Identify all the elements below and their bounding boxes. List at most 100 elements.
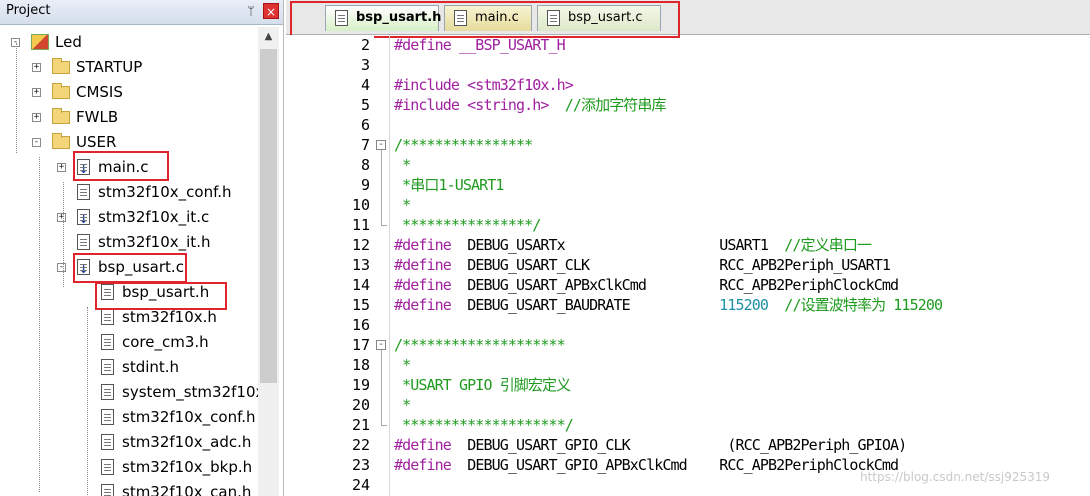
code-token: DEBUG_USART_APBxClkCmd RCC_APB2PeriphClo… bbox=[467, 276, 899, 294]
line-number: 15 bbox=[351, 296, 370, 314]
code-token: #define bbox=[394, 436, 468, 454]
code-line[interactable]: ********************/ bbox=[394, 415, 574, 435]
code-editor: bsp_usart.h main.c bsp_usart.c 2 #define … bbox=[286, 0, 1090, 496]
folder-open-icon bbox=[52, 133, 70, 149]
code-token: DEBUG_USART_GPIO_CLK (RCC_APB2Periph_GPI… bbox=[467, 436, 907, 454]
tree-guide-line bbox=[16, 43, 17, 153]
pin-icon[interactable]: ᛘ bbox=[243, 3, 259, 19]
tree-item-core-cm3-h[interactable]: core_cm3.h bbox=[101, 330, 209, 355]
code-line[interactable]: * bbox=[394, 195, 411, 215]
collapse-toggle-icon[interactable]: - bbox=[57, 263, 66, 272]
tree-item-led[interactable]: Led bbox=[31, 30, 82, 55]
tree-item-label: stm32f10x_conf.h bbox=[122, 408, 256, 426]
highlight-box bbox=[95, 282, 227, 310]
header-file-icon bbox=[77, 234, 90, 250]
line-number: 23 bbox=[351, 456, 370, 474]
code-line[interactable]: /******************** bbox=[394, 335, 566, 355]
line-number: 5 bbox=[360, 96, 370, 114]
code-token: DEBUG_USART_GPIO_APBxClkCmd RCC_APB2Peri… bbox=[467, 456, 899, 474]
code-line[interactable]: #define DEBUG_USART_GPIO_APBxClkCmd RCC_… bbox=[394, 455, 899, 475]
line-number: 18 bbox=[351, 356, 370, 374]
tree-item-label: stm32f10x_can.h bbox=[122, 483, 252, 496]
line-number: 6 bbox=[360, 116, 370, 134]
project-tree: -Led+STARTUP+CMSIS+FWLB-USER+main.cstm32… bbox=[0, 27, 258, 496]
line-number: 13 bbox=[351, 256, 370, 274]
code-token: /**************** bbox=[394, 136, 533, 154]
tree-item-label: system_stm32f10x bbox=[122, 383, 258, 401]
tree-item-stm32f10x-it-c[interactable]: stm32f10x_it.c bbox=[77, 205, 209, 232]
code-line[interactable]: #define __BSP_USART_H bbox=[394, 35, 566, 55]
tree-item-label: USER bbox=[76, 133, 117, 151]
tree-item-label: STARTUP bbox=[76, 58, 143, 76]
code-token: /******************** bbox=[394, 336, 566, 354]
watermark: https://blog.csdn.net/ssj925319 bbox=[860, 470, 1051, 484]
code-token: //定义串口一 bbox=[784, 236, 872, 254]
header-file-icon bbox=[101, 384, 114, 400]
tree-item-startup[interactable]: STARTUP bbox=[52, 55, 142, 80]
code-line[interactable]: #define DEBUG_USARTx USART1 //定义串口一 bbox=[394, 235, 872, 255]
expand-toggle-icon[interactable]: + bbox=[32, 113, 41, 122]
code-line[interactable]: *串口1-USART1 bbox=[394, 175, 504, 195]
line-number: 14 bbox=[351, 276, 370, 294]
scroll-up-arrow-icon[interactable]: ▲ bbox=[258, 27, 279, 47]
tree-item-stm32f10x-conf-h[interactable]: stm32f10x_conf.h bbox=[101, 405, 256, 430]
code-line[interactable]: *USART GPIO 引脚宏定义 bbox=[394, 375, 571, 395]
tree-item-stm32f10x-bkp-h[interactable]: stm32f10x_bkp.h bbox=[101, 455, 252, 480]
code-token: #define __BSP_USART_H bbox=[394, 36, 566, 54]
folder-icon bbox=[52, 108, 70, 124]
scrollbar-thumb[interactable] bbox=[260, 49, 277, 383]
tree-item-label: stm32f10x.h bbox=[122, 308, 217, 326]
tabs-highlight-box bbox=[290, 1, 680, 38]
folder-icon bbox=[52, 83, 70, 99]
header-file-icon bbox=[77, 184, 90, 200]
line-number: 8 bbox=[360, 156, 370, 174]
folder-icon bbox=[52, 58, 70, 74]
project-scrollbar[interactable]: ▲ bbox=[258, 27, 279, 496]
tree-item-stm32f10x-conf-h[interactable]: stm32f10x_conf.h bbox=[77, 180, 232, 205]
tree-item-label: stm32f10x_adc.h bbox=[122, 433, 252, 451]
code-token: #include <string.h> bbox=[394, 96, 565, 114]
code-line[interactable]: * bbox=[394, 155, 411, 175]
line-number: 21 bbox=[351, 416, 370, 434]
header-file-icon bbox=[101, 359, 114, 375]
code-token: * bbox=[394, 356, 411, 374]
tree-guide-line bbox=[39, 157, 40, 492]
header-file-icon bbox=[101, 409, 114, 425]
tree-item-stm32f10x-adc-h[interactable]: stm32f10x_adc.h bbox=[101, 430, 251, 455]
line-number: 2 bbox=[360, 36, 370, 54]
tree-item-stdint-h[interactable]: stdint.h bbox=[101, 355, 179, 380]
code-line[interactable]: #define DEBUG_USART_BAUDRATE 115200 //设置… bbox=[394, 295, 943, 315]
code-line[interactable]: * bbox=[394, 355, 411, 375]
close-panel-button[interactable]: × bbox=[263, 3, 279, 19]
gutter-divider bbox=[389, 35, 390, 496]
code-token: * bbox=[394, 156, 411, 174]
expand-toggle-icon[interactable]: + bbox=[57, 213, 66, 222]
code-line[interactable]: #include <stm32f10x.h> bbox=[394, 75, 574, 95]
code-token: *串口1-USART1 bbox=[394, 176, 504, 194]
tree-item-label: Led bbox=[55, 33, 82, 51]
tree-item-stm32f10x-it-h[interactable]: stm32f10x_it.h bbox=[77, 230, 210, 255]
tree-item-stm32f10x-can-h[interactable]: stm32f10x_can.h bbox=[101, 480, 251, 496]
tree-item-fwlb[interactable]: FWLB bbox=[52, 105, 118, 130]
code-line[interactable]: /**************** bbox=[394, 135, 533, 155]
fold-collapse-icon[interactable]: - bbox=[376, 140, 386, 150]
code-line[interactable]: #include <string.h> //添加字符串库 bbox=[394, 95, 667, 115]
tree-item-system-stm32f10x[interactable]: system_stm32f10x bbox=[101, 380, 258, 405]
code-token: * bbox=[394, 196, 411, 214]
fold-guide-line bbox=[381, 150, 382, 225]
collapse-toggle-icon[interactable]: - bbox=[32, 138, 41, 147]
code-token: DEBUG_USART_CLK RCC_APB2Periph_USART1 bbox=[467, 256, 891, 274]
code-line[interactable]: #define DEBUG_USART_CLK RCC_APB2Periph_U… bbox=[394, 255, 891, 275]
tree-item-label: stdint.h bbox=[122, 358, 180, 376]
fold-collapse-icon[interactable]: - bbox=[376, 340, 386, 350]
code-token: DEBUG_USARTx USART1 bbox=[467, 236, 785, 254]
code-line[interactable]: #define DEBUG_USART_APBxClkCmd RCC_APB2P… bbox=[394, 275, 899, 295]
expand-toggle-icon[interactable]: + bbox=[32, 88, 41, 97]
line-number: 11 bbox=[351, 216, 370, 234]
code-line[interactable]: ****************/ bbox=[394, 215, 541, 235]
code-line[interactable]: #define DEBUG_USART_GPIO_CLK (RCC_APB2Pe… bbox=[394, 435, 907, 455]
expand-toggle-icon[interactable]: + bbox=[32, 63, 41, 72]
code-line[interactable]: * bbox=[394, 395, 411, 415]
tree-item-cmsis[interactable]: CMSIS bbox=[52, 80, 123, 105]
expand-toggle-icon[interactable]: + bbox=[57, 163, 66, 172]
